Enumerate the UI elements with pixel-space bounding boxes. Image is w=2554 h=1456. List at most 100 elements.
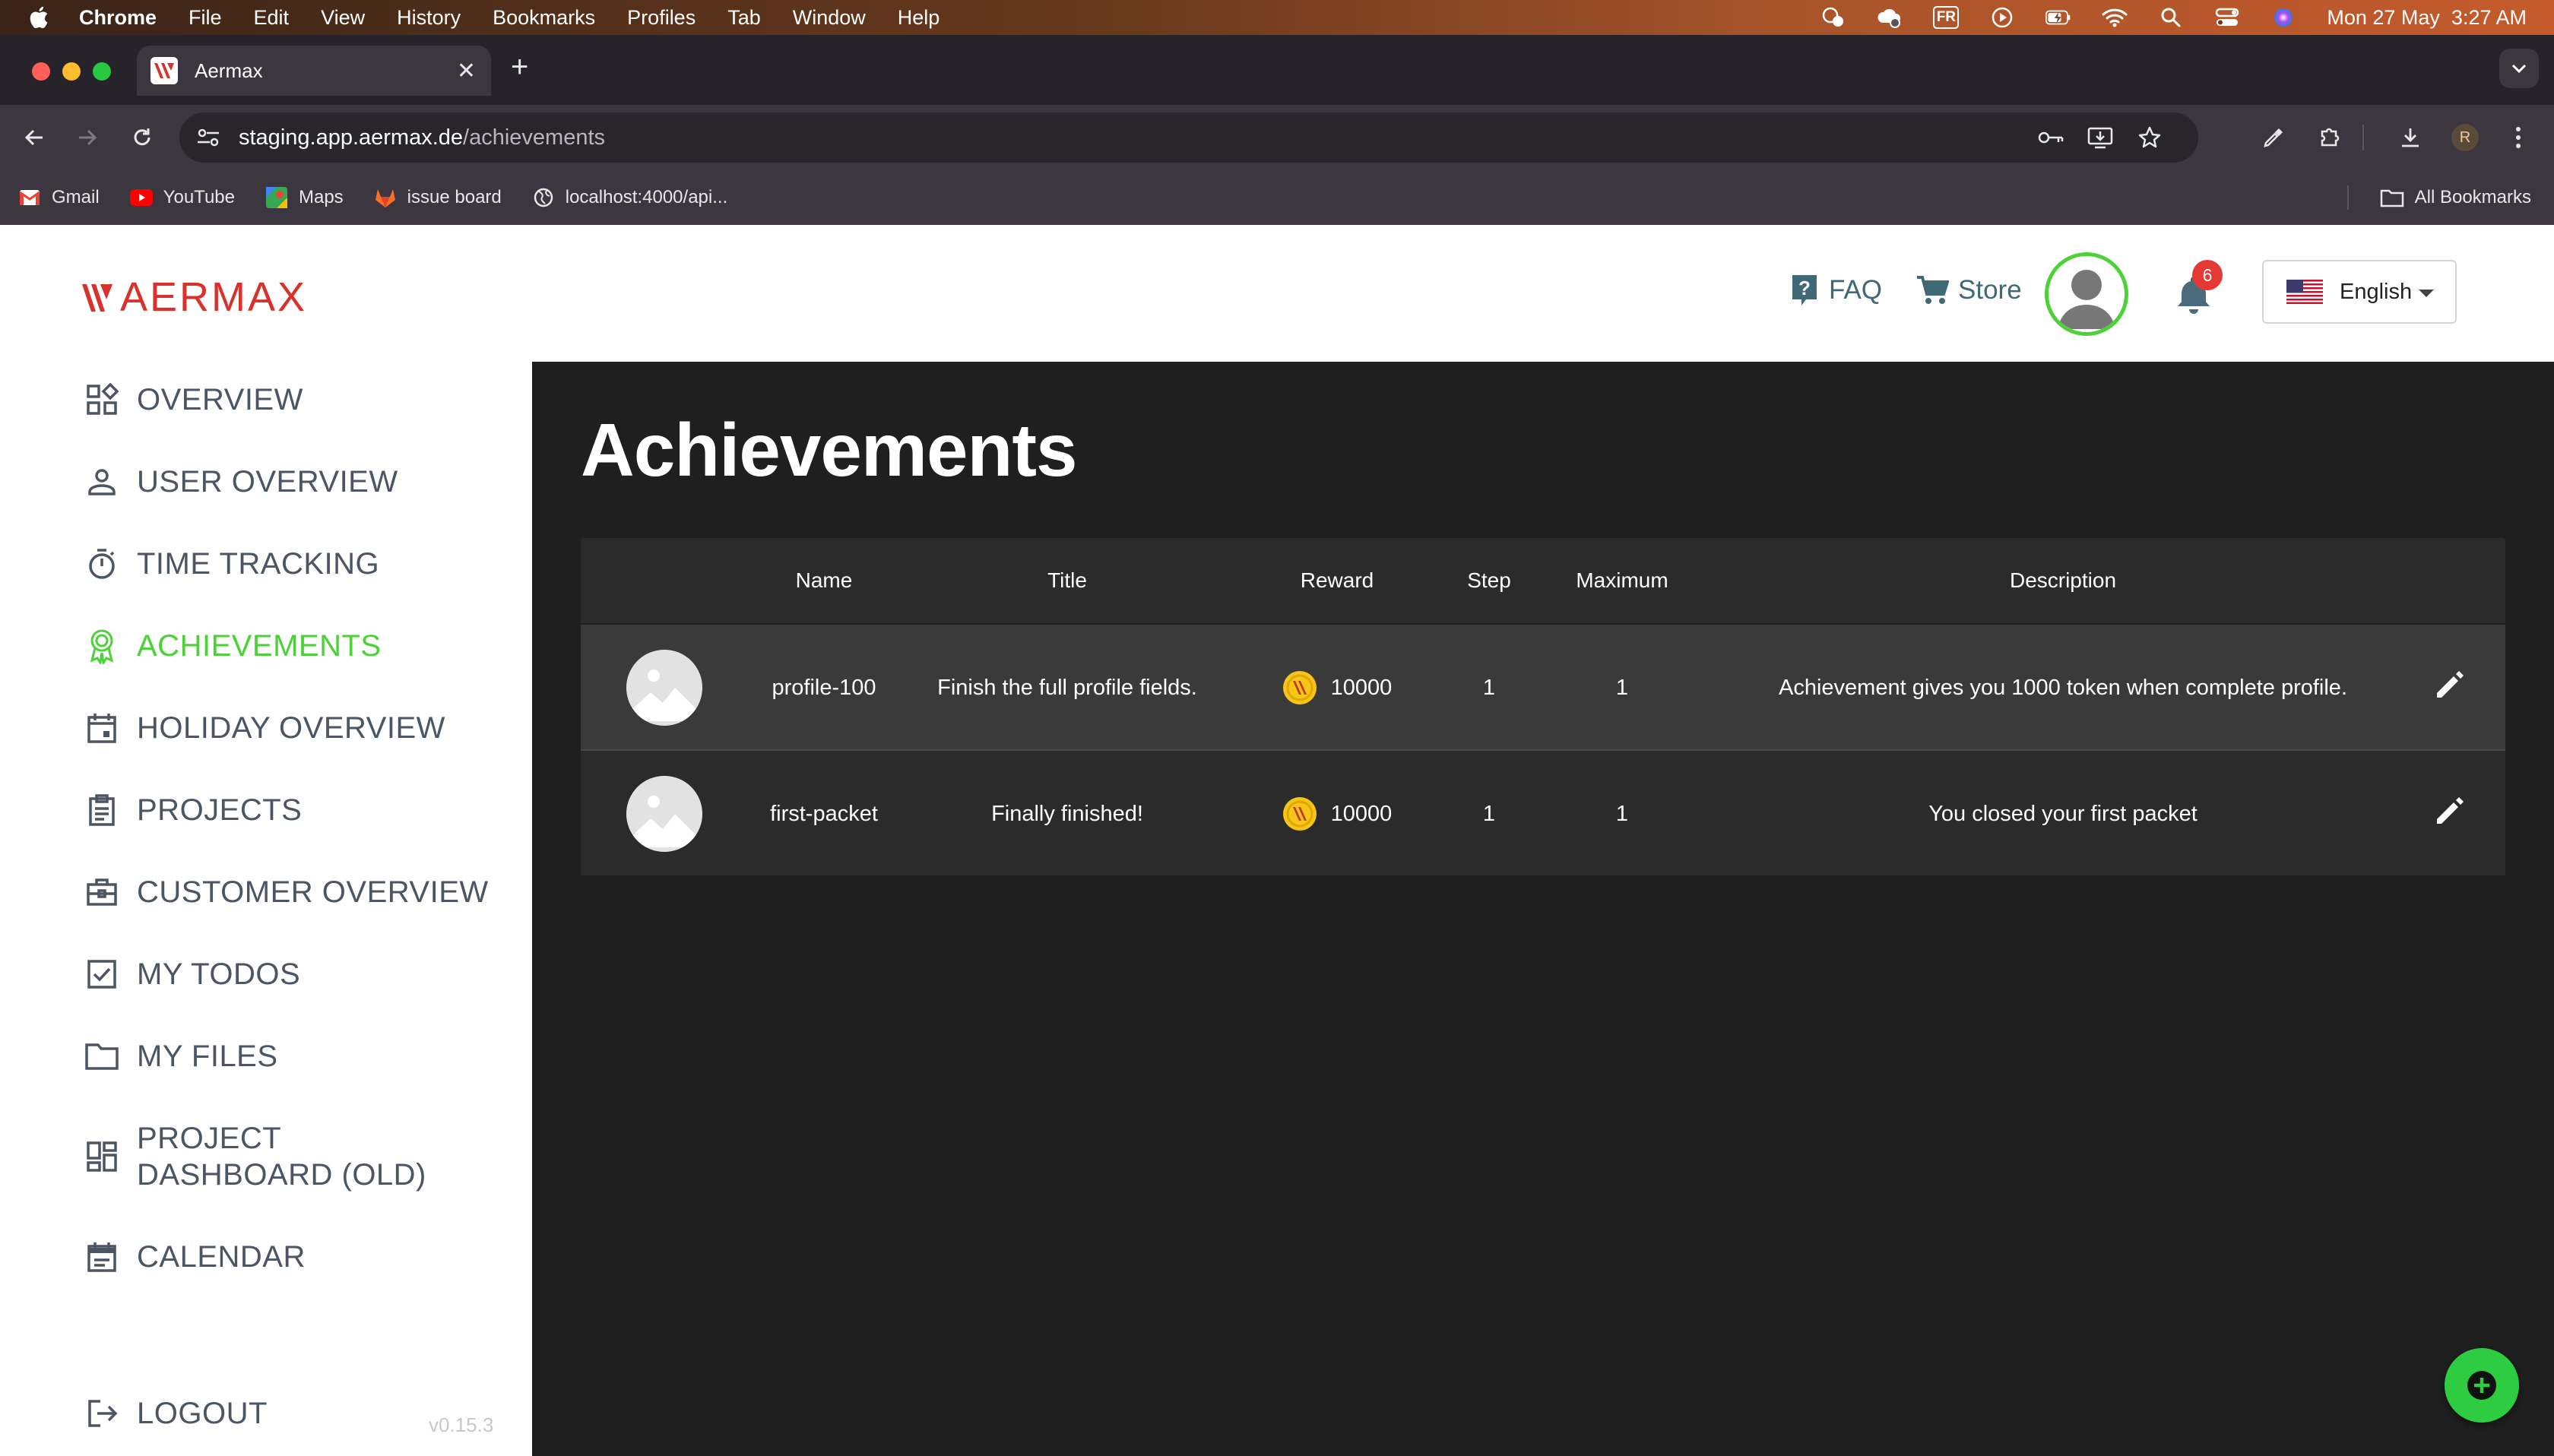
app-version: v0.15.3 xyxy=(429,1413,494,1436)
logout-button[interactable]: LOGOUT xyxy=(84,1395,268,1432)
sidebar-item-user-overview[interactable]: USER OVERVIEW xyxy=(84,464,398,500)
tab-search-button[interactable] xyxy=(2499,49,2539,88)
aermax-logo[interactable]: AERMAX xyxy=(81,274,307,321)
sidebar-item-achievements[interactable]: ACHIEVEMENTS xyxy=(84,628,382,664)
sidebar-item-calendar[interactable]: CALENDAR xyxy=(84,1239,306,1275)
cell-maximum: 1 xyxy=(1615,675,1629,700)
sidebar-nav: OVERVIEW USER OVERVIEW TIME TRACKING ACH… xyxy=(0,362,532,1456)
menubar-clock[interactable]: Mon 27 May 3:27 AM xyxy=(2327,6,2527,30)
bookmark-star-icon[interactable] xyxy=(2137,125,2162,150)
menu-help[interactable]: Help xyxy=(898,6,940,30)
edit-pencil-icon[interactable] xyxy=(2426,663,2472,708)
sidebar-item-my-todos[interactable]: MY TODOS xyxy=(84,956,300,992)
sidebar-item-overview[interactable]: OVERVIEW xyxy=(84,381,303,418)
menu-view[interactable]: View xyxy=(321,6,365,30)
new-tab-button[interactable]: + xyxy=(511,50,528,84)
reload-button[interactable] xyxy=(123,119,161,157)
window-close-button[interactable] xyxy=(32,62,50,81)
gmail-icon xyxy=(18,186,41,209)
siri-icon[interactable] xyxy=(2270,6,2296,29)
add-achievement-button[interactable] xyxy=(2445,1348,2519,1423)
sidebar-item-label: MY TODOS xyxy=(137,957,301,991)
chrome-menu-icon[interactable] xyxy=(2499,119,2537,157)
bookmark-maps[interactable]: Maps xyxy=(265,186,344,209)
column-header-step[interactable]: Step xyxy=(1447,538,1531,623)
apple-icon[interactable] xyxy=(27,5,53,30)
column-header-maximum[interactable]: Maximum xyxy=(1531,538,1713,623)
browser-tab-strip: Aermax ✕ + xyxy=(0,35,2554,105)
globe-icon xyxy=(532,186,555,209)
menu-profiles[interactable]: Profiles xyxy=(627,6,696,30)
faq-link[interactable]: ? FAQ xyxy=(1789,269,1882,312)
menu-edit[interactable]: Edit xyxy=(254,6,290,30)
install-app-icon[interactable] xyxy=(2087,126,2113,149)
cell-description: You closed your first packet xyxy=(1928,801,2198,826)
focus-icon[interactable] xyxy=(1820,6,1846,29)
logo-text: AERMAX xyxy=(120,274,308,320)
address-bar[interactable]: staging.app.aermax.de/achievements xyxy=(179,112,2198,163)
bookmark-label: localhost:4000/api... xyxy=(565,187,728,207)
all-bookmarks-button[interactable]: All Bookmarks xyxy=(2380,170,2531,225)
tab-close-icon[interactable]: ✕ xyxy=(457,58,476,84)
menu-file[interactable]: File xyxy=(189,6,222,30)
control-center-icon[interactable] xyxy=(2214,6,2240,29)
browser-tab-active[interactable]: Aermax ✕ xyxy=(137,46,491,96)
column-header-title[interactable]: Title xyxy=(915,538,1219,623)
column-header-description[interactable]: Description xyxy=(1721,538,2405,623)
store-link[interactable]: Store xyxy=(1916,269,2022,312)
window-zoom-button[interactable] xyxy=(93,62,111,81)
sidebar-item-project-dashboard-old[interactable]: PROJECT DASHBOARD (OLD) xyxy=(84,1120,479,1193)
menu-chrome[interactable]: Chrome xyxy=(79,6,157,30)
downloads-icon[interactable] xyxy=(2391,119,2429,157)
site-info-icon[interactable] xyxy=(196,127,220,148)
input-source-badge[interactable]: FR xyxy=(1933,6,1960,29)
sidebar-item-my-files[interactable]: MY FILES xyxy=(84,1038,278,1075)
token-coin-icon xyxy=(1282,671,1317,704)
wifi-icon[interactable] xyxy=(2102,6,2128,29)
clipboard-icon xyxy=(84,792,120,828)
bookmark-localhost-api[interactable]: localhost:4000/api... xyxy=(532,186,727,209)
forward-button[interactable] xyxy=(68,119,106,157)
eyedropper-extension-icon[interactable] xyxy=(2255,119,2293,157)
profile-avatar-button[interactable]: R xyxy=(2446,119,2484,157)
bookmark-gmail[interactable]: Gmail xyxy=(18,186,100,209)
aermax-logo-mark-icon xyxy=(82,284,112,312)
table-row[interactable]: profile-100 Finish the full profile fiel… xyxy=(581,623,2505,749)
sidebar-item-time-tracking[interactable]: TIME TRACKING xyxy=(84,546,379,582)
bookmark-issue-board[interactable]: issue board xyxy=(374,186,502,209)
menu-bookmarks[interactable]: Bookmarks xyxy=(493,6,595,30)
maps-icon xyxy=(265,186,288,209)
spotlight-search-icon[interactable] xyxy=(2158,6,2184,29)
menu-window[interactable]: Window xyxy=(793,6,866,30)
password-key-icon[interactable] xyxy=(2037,128,2064,147)
youtube-icon xyxy=(129,186,153,209)
column-header-name[interactable]: Name xyxy=(733,538,915,623)
browser-toolbar: staging.app.aermax.de/achievements R xyxy=(0,105,2554,170)
creative-cloud-icon[interactable] xyxy=(1877,6,1903,29)
token-coin-icon xyxy=(1282,797,1317,831)
cell-name: first-packet xyxy=(770,801,878,826)
tab-title: Aermax xyxy=(195,59,263,82)
extensions-puzzle-icon[interactable] xyxy=(2311,119,2349,157)
battery-icon[interactable] xyxy=(2045,6,2071,29)
bookmark-youtube[interactable]: YouTube xyxy=(129,186,235,209)
sidebar-item-customer-overview[interactable]: CUSTOMER OVERVIEW xyxy=(84,874,489,910)
table-row[interactable]: first-packet Finally finished! 10000 1 1… xyxy=(581,749,2505,875)
sidebar-item-holiday-overview[interactable]: HOLIDAY OVERVIEW xyxy=(84,710,445,746)
user-avatar[interactable] xyxy=(2045,252,2128,336)
folder-icon xyxy=(84,1038,120,1075)
language-select[interactable]: English xyxy=(2262,260,2457,324)
back-button[interactable] xyxy=(15,119,53,157)
page-title: Achievements xyxy=(581,408,1078,492)
play-icon[interactable] xyxy=(1989,6,2015,29)
url-text[interactable]: staging.app.aermax.de/achievements xyxy=(239,125,605,150)
menu-history[interactable]: History xyxy=(397,6,461,30)
sidebar-item-projects[interactable]: PROJECTS xyxy=(84,792,302,828)
grid-dashboard-icon xyxy=(84,1138,120,1175)
sidebar-item-label: TIME TRACKING xyxy=(137,546,380,581)
column-header-reward[interactable]: Reward xyxy=(1227,538,1447,623)
menu-tab[interactable]: Tab xyxy=(727,6,761,30)
bookmark-label: Maps xyxy=(298,187,344,207)
window-minimize-button[interactable] xyxy=(62,62,81,81)
edit-pencil-icon[interactable] xyxy=(2426,789,2472,834)
